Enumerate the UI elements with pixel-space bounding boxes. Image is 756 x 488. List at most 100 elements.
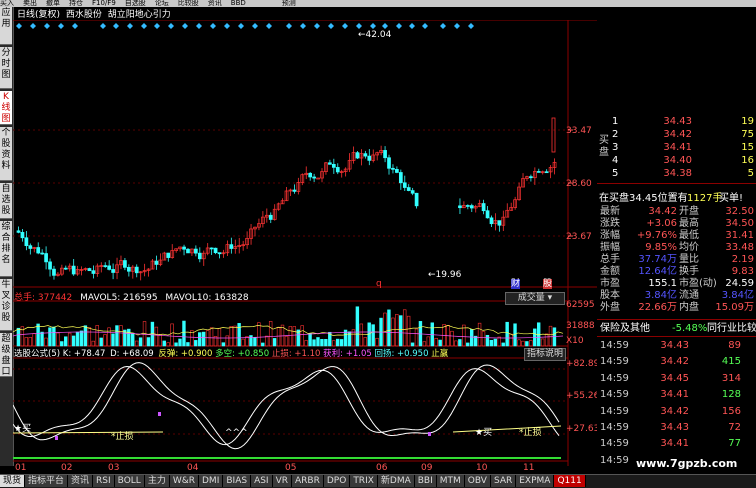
menu-item[interactable]: 持仓 xyxy=(69,0,83,7)
candle-body xyxy=(458,205,462,209)
sidebar-tab[interactable]: 超级盘口 xyxy=(0,333,12,377)
menu-item[interactable]: 撤单 xyxy=(46,0,60,7)
menu-item[interactable]: 自选股 xyxy=(125,0,146,7)
indicator-tab[interactable]: EXPMA xyxy=(516,475,555,487)
quote-value: +3.06 xyxy=(646,218,677,229)
bid-volume: 5 xyxy=(747,168,754,179)
indicator-zhiying: 止赢 xyxy=(431,349,449,359)
signal-diamond xyxy=(30,23,36,29)
volume-bar xyxy=(36,323,40,347)
bid-level: 5 xyxy=(612,168,619,179)
volume-bar xyxy=(375,337,379,347)
sidebar-tab[interactable]: 分时图 xyxy=(0,47,12,89)
indicator-tab[interactable]: DMI xyxy=(199,475,224,487)
volume-bar xyxy=(438,339,442,347)
menu-item[interactable]: BBD xyxy=(231,0,246,7)
volume-dropdown[interactable]: 成交量 ▾ xyxy=(505,292,565,305)
bid-row: 3 34.41 15 xyxy=(597,142,756,154)
volume-bar xyxy=(517,339,521,347)
candle-body xyxy=(107,265,112,270)
indicator-tab[interactable]: SAR xyxy=(490,475,517,487)
quote-label: 均价 xyxy=(679,242,699,253)
period-label[interactable]: 日线(复权) xyxy=(17,10,60,20)
sector-compare-link[interactable]: 同行业比较 xyxy=(707,323,756,335)
signal-diamond xyxy=(266,23,272,29)
indicator-axis-top: +82.89 xyxy=(566,359,600,369)
candle-body xyxy=(485,210,490,219)
indicator-tab[interactable]: DPO xyxy=(323,475,351,487)
candle-body xyxy=(331,164,336,168)
volume-bar xyxy=(497,336,501,347)
menu-item[interactable]: F10/F9 xyxy=(92,0,116,7)
volume-bar xyxy=(205,330,210,347)
volume-bar xyxy=(426,336,431,347)
indicator-tab[interactable]: ASI xyxy=(251,475,273,487)
indicator-tab[interactable]: BOLL xyxy=(114,475,145,487)
indicator-tab[interactable]: ARBR xyxy=(292,475,324,487)
signal-diamond xyxy=(141,23,147,29)
sidebar-tab[interactable]: 个股资料 xyxy=(0,127,12,181)
kline-chart[interactable] xyxy=(13,20,597,466)
tick-row: 14:59 34.41 128 xyxy=(597,389,756,401)
tick-price: 34.42 xyxy=(660,405,689,417)
volume-bar xyxy=(79,330,84,347)
indicator-tab[interactable]: RSI xyxy=(93,475,115,487)
candle-body xyxy=(134,266,139,274)
indicator-tab[interactable]: MTM xyxy=(436,475,465,487)
volume-bar xyxy=(229,326,233,347)
tick-volume: 77 xyxy=(728,438,741,450)
signal-diamond xyxy=(44,23,50,29)
indicator-name[interactable]: 胡立阳地心引力 xyxy=(108,10,171,20)
q-mark: q xyxy=(376,279,382,289)
indicator-tab[interactable]: Q111 xyxy=(554,475,586,487)
indicator-tab[interactable]: BIAS xyxy=(223,475,252,487)
menu-item[interactable]: 比较股 xyxy=(178,0,199,7)
tick-price: 34.41 xyxy=(660,438,689,450)
candles xyxy=(13,20,597,466)
volume-bar xyxy=(509,333,513,347)
bid-level: 4 xyxy=(612,155,619,166)
sidebar-tab[interactable]: 自选股 xyxy=(0,183,12,219)
indicator-tab[interactable]: TRIX xyxy=(350,475,378,487)
sidebar-tab[interactable]: 应用 xyxy=(0,7,12,45)
sidebar-tab[interactable]: K线图 xyxy=(0,91,12,125)
menu-item[interactable]: 买入 xyxy=(0,0,14,7)
menu-item[interactable]: 论坛 xyxy=(155,0,169,7)
sidebar-tab[interactable]: 综合排名 xyxy=(0,221,12,277)
volume-bar xyxy=(24,337,28,347)
tick-row: 14:59 34.45 314 xyxy=(597,373,756,385)
indicator-tab[interactable]: 指标平台 xyxy=(25,475,69,487)
candle-body xyxy=(402,182,407,188)
indicator-tab[interactable]: W&R xyxy=(169,475,199,487)
sidebar-tab[interactable]: 牛叉诊股 xyxy=(0,279,12,331)
volume-axis-mid: 31888 xyxy=(566,321,595,331)
candle-body xyxy=(481,203,486,212)
time-label: 03 xyxy=(108,463,120,473)
quote-value: 3.84亿 xyxy=(644,290,677,301)
tick-row: 14:59 34.42 156 xyxy=(597,406,756,418)
indicator-tab[interactable]: BBI xyxy=(414,475,437,487)
indicator-tab[interactable]: OBV xyxy=(464,475,491,487)
order-summary: 在买盘34.45位置有 1127手 买单! xyxy=(597,193,756,205)
candle-body xyxy=(40,252,44,255)
indicator-tab[interactable]: VR xyxy=(272,475,293,487)
menu-item[interactable]: 预测 xyxy=(282,0,296,7)
time-label: 11 xyxy=(523,463,535,473)
menu-item[interactable]: 卖出 xyxy=(23,0,37,7)
sector-name[interactable]: 保险及其他 xyxy=(600,323,650,335)
tick-time: 14:59 xyxy=(600,372,629,384)
gu-mark[interactable]: 股 xyxy=(543,279,553,289)
indicator-help-button[interactable]: 指标说明 xyxy=(524,348,566,361)
menu-item[interactable]: 资讯 xyxy=(208,0,222,7)
indicator-tab[interactable]: 主力 xyxy=(144,475,170,487)
bid-level: 1 xyxy=(612,116,619,127)
candle-body xyxy=(213,247,218,254)
indicator-tab[interactable]: 新DMA xyxy=(377,475,415,487)
indicator-tab[interactable]: 资讯 xyxy=(68,475,94,487)
indicator-tab[interactable]: 现货 xyxy=(0,475,26,487)
quote-label: 市盈 xyxy=(600,278,620,289)
cai-mark[interactable]: 财 xyxy=(511,279,521,289)
volume-bar xyxy=(481,331,486,347)
volume-bar xyxy=(198,332,202,347)
candle-body xyxy=(217,252,222,255)
